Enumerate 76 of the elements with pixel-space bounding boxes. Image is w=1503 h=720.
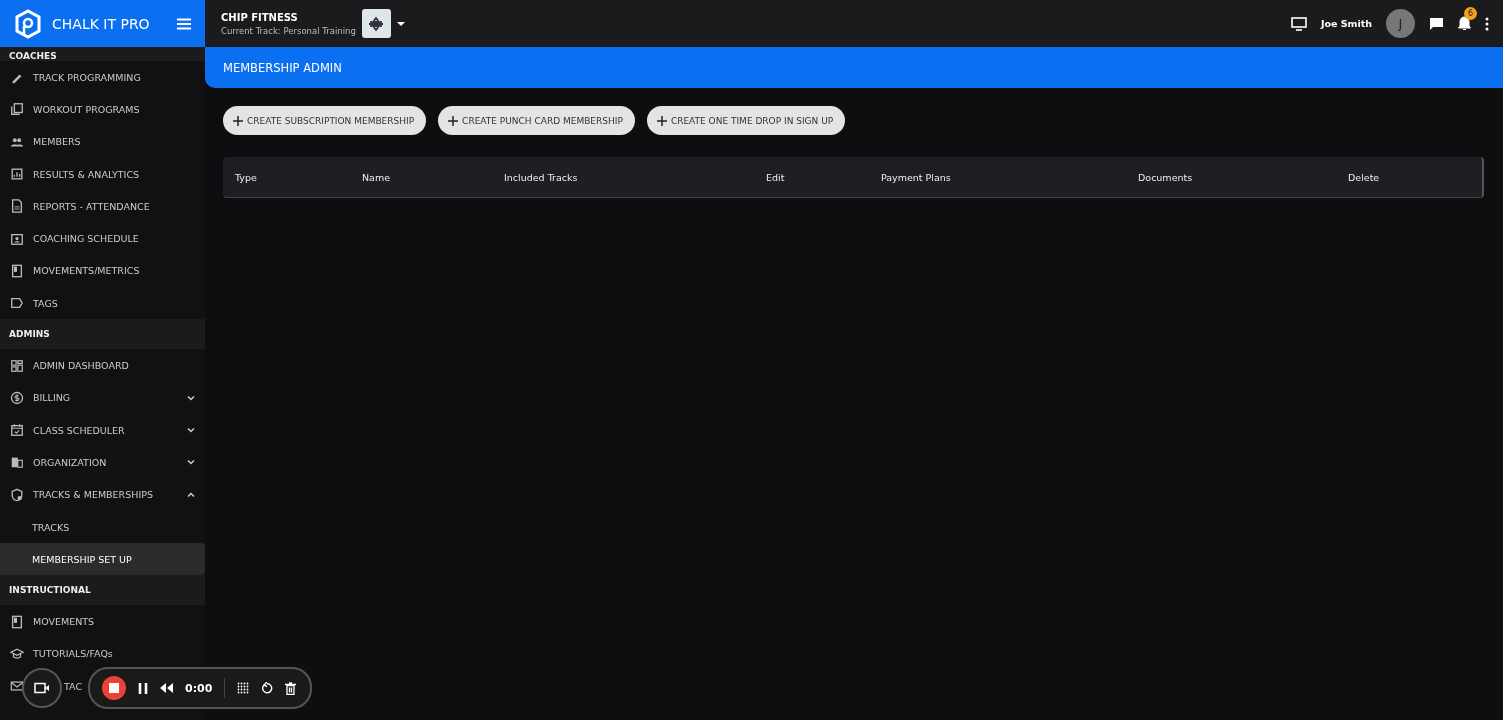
current-track: Current Track: Personal Training xyxy=(221,25,356,36)
gym-name: CHIP FITNESS xyxy=(221,11,299,23)
sidebar-item[interactable]: TRACKS xyxy=(0,510,205,544)
section-header: COACHES xyxy=(0,47,205,61)
column-header: Edit xyxy=(765,171,786,183)
user-avatar[interactable]: J xyxy=(1386,9,1415,38)
envelope-icon xyxy=(10,679,24,694)
sidebar-item[interactable]: MOVEMENTS/METRICS xyxy=(0,254,205,288)
chat-icon[interactable] xyxy=(1429,16,1444,31)
restart-icon[interactable] xyxy=(261,682,274,694)
tag-icon xyxy=(10,296,24,311)
column-header: Type xyxy=(234,171,258,183)
sidebar-item[interactable]: RESULTS & ANALYTICS xyxy=(0,157,205,191)
sidebar-item[interactable]: TUTORIALS/FAQs xyxy=(0,637,205,671)
plus-icon xyxy=(233,115,243,126)
book-icon xyxy=(10,614,24,629)
chevron-icon xyxy=(187,458,195,467)
create-button[interactable]: CREATE PUNCH CARD MEMBERSHIP xyxy=(438,106,635,135)
create-button[interactable]: CREATE ONE TIME DROP IN SIGN UP xyxy=(646,106,846,135)
sidebar-item[interactable]: COACHING SCHEDULE xyxy=(0,222,205,255)
book-icon xyxy=(10,263,24,278)
calendar-icon xyxy=(10,423,24,438)
column-header: Delete xyxy=(1347,171,1381,183)
column-header: Name xyxy=(361,171,392,183)
recording-time: 0:00 xyxy=(185,681,213,695)
sidebar-item-label[interactable]: TAC xyxy=(64,680,83,692)
brand-name: CHALK IT PRO xyxy=(52,15,151,32)
sidebar-item[interactable]: REPORTS - ATTENDANCE xyxy=(0,190,205,223)
sidebar-item[interactable]: ADMIN DASHBOARD xyxy=(0,349,205,382)
rewind-icon[interactable] xyxy=(160,683,173,693)
sidebar-item[interactable]: ORGANIZATION xyxy=(0,446,205,479)
grid-dots-icon[interactable] xyxy=(237,682,250,694)
shield-icon xyxy=(10,487,24,502)
sidebar-item[interactable]: TRACK PROGRAMMING xyxy=(0,61,205,94)
page-title: MEMBERSHIP ADMIN xyxy=(205,47,1503,88)
dollar-icon xyxy=(10,390,24,405)
document-icon xyxy=(10,199,24,214)
column-header: Included Tracks xyxy=(503,171,579,183)
column-header: Payment Plans xyxy=(880,171,952,183)
plus-icon xyxy=(448,115,459,126)
sidebar-item[interactable]: TAGS xyxy=(0,287,205,320)
sidebar-item[interactable]: MEMBERSHIP SET UP xyxy=(0,543,205,576)
sidebar-item[interactable]: TRACKS & MEMBERSHIPS xyxy=(0,478,205,511)
logo-icon xyxy=(14,8,42,39)
stop-icon xyxy=(109,683,119,693)
bell-icon[interactable] xyxy=(1458,16,1471,31)
dropdown-caret-icon[interactable] xyxy=(396,20,405,27)
chart-icon xyxy=(10,167,24,182)
create-button[interactable]: CREATE SUBSCRIPTION MEMBERSHIP xyxy=(223,106,427,135)
notification-badge: 6 xyxy=(1464,7,1477,20)
graduation-cap-icon xyxy=(10,646,24,661)
user-name[interactable]: Joe Smith xyxy=(1320,18,1372,29)
badge-icon xyxy=(10,231,24,246)
monitor-icon[interactable] xyxy=(1290,16,1307,31)
library-icon xyxy=(10,102,24,117)
column-header: Documents xyxy=(1137,171,1194,183)
section-header: INSTRUCTIONAL xyxy=(0,575,205,606)
sidebar-item[interactable]: MOVEMENTS xyxy=(0,605,205,638)
trash-icon[interactable] xyxy=(285,681,297,695)
chevron-icon xyxy=(187,490,195,499)
sidebar-item[interactable]: BILLING xyxy=(0,381,205,414)
plus-icon xyxy=(656,115,667,126)
building-icon xyxy=(10,455,24,470)
dashboard-icon xyxy=(10,358,24,373)
chevron-icon xyxy=(187,393,195,402)
stop-button[interactable] xyxy=(102,676,126,700)
menu-icon[interactable] xyxy=(177,17,191,30)
chevron-icon xyxy=(187,426,195,435)
more-icon[interactable] xyxy=(1485,16,1489,31)
pause-icon[interactable] xyxy=(138,682,148,694)
sidebar-item[interactable]: CLASS SCHEDULER xyxy=(0,413,205,447)
sidebar-item[interactable]: WORKOUT PROGRAMS xyxy=(0,93,205,126)
gym-logo[interactable] xyxy=(361,9,391,38)
section-header: ADMINS xyxy=(0,319,205,350)
sidebar-item[interactable]: MEMBERS xyxy=(0,125,205,158)
video-camera-icon xyxy=(34,682,50,694)
